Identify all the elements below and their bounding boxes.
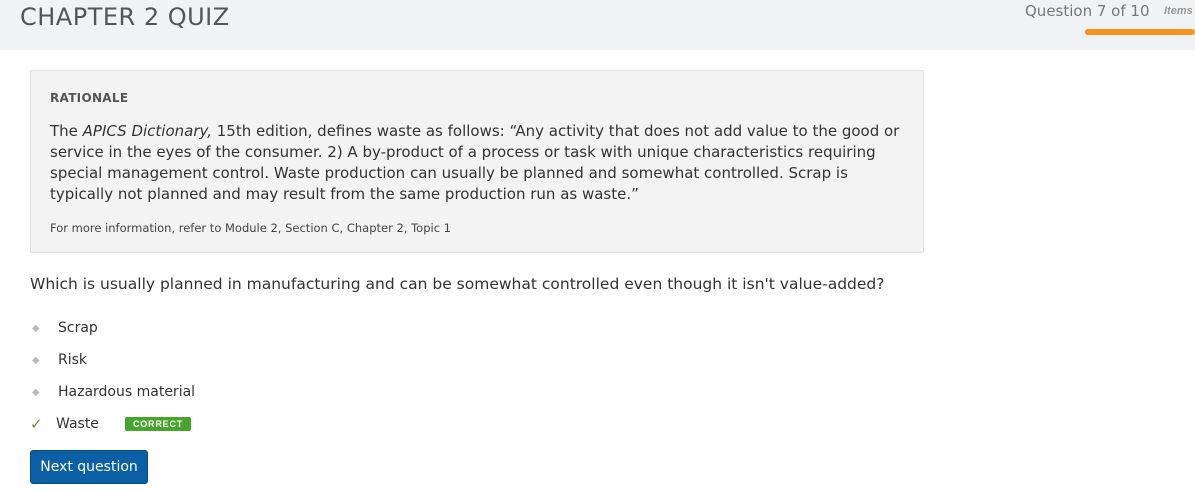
answer-option-risk[interactable]: ◆ Risk [30, 344, 195, 376]
rationale-text-prefix: The [50, 122, 83, 140]
quiz-header: CHAPTER 2 QUIZ Question 7 of 10 Items [0, 0, 1195, 50]
diamond-bullet-icon: ◆ [32, 386, 40, 398]
checkmark-icon: ✓ [30, 415, 43, 433]
diamond-bullet-icon: ◆ [32, 322, 40, 334]
page-title: CHAPTER 2 QUIZ [20, 3, 230, 31]
answer-label: Hazardous material [58, 384, 196, 400]
items-toggle[interactable]: Items [1164, 5, 1193, 17]
correct-badge: CORRECT [124, 417, 192, 431]
question-text: Which is usually planned in manufacturin… [30, 275, 885, 293]
diamond-bullet-icon: ◆ [32, 354, 40, 366]
rationale-reference: For more information, refer to Module 2,… [50, 221, 451, 235]
answer-options: ◆ Scrap ◆ Risk ◆ Hazardous material ✓ Wa… [30, 312, 195, 440]
quiz-progress: Question 7 of 10 Items [1015, 0, 1195, 50]
rationale-book-title: APICS Dictionary, [82, 122, 212, 140]
answer-label: Risk [58, 352, 88, 368]
answer-label: Scrap [58, 320, 98, 336]
rationale-panel: RATIONALE The APICS Dictionary, 15th edi… [30, 70, 924, 253]
answer-option-waste[interactable]: ✓ Waste CORRECT [30, 408, 195, 440]
answer-option-hazardous-material[interactable]: ◆ Hazardous material [30, 376, 195, 408]
progress-bar [1085, 29, 1195, 35]
answer-option-scrap[interactable]: ◆ Scrap [30, 312, 195, 344]
rationale-heading: RATIONALE [50, 91, 129, 105]
next-question-button[interactable]: Next question [30, 450, 148, 484]
answer-label: Waste [56, 416, 99, 432]
rationale-text: The APICS Dictionary, 15th edition, defi… [50, 121, 900, 205]
question-counter: Question 7 of 10 [1025, 2, 1150, 20]
